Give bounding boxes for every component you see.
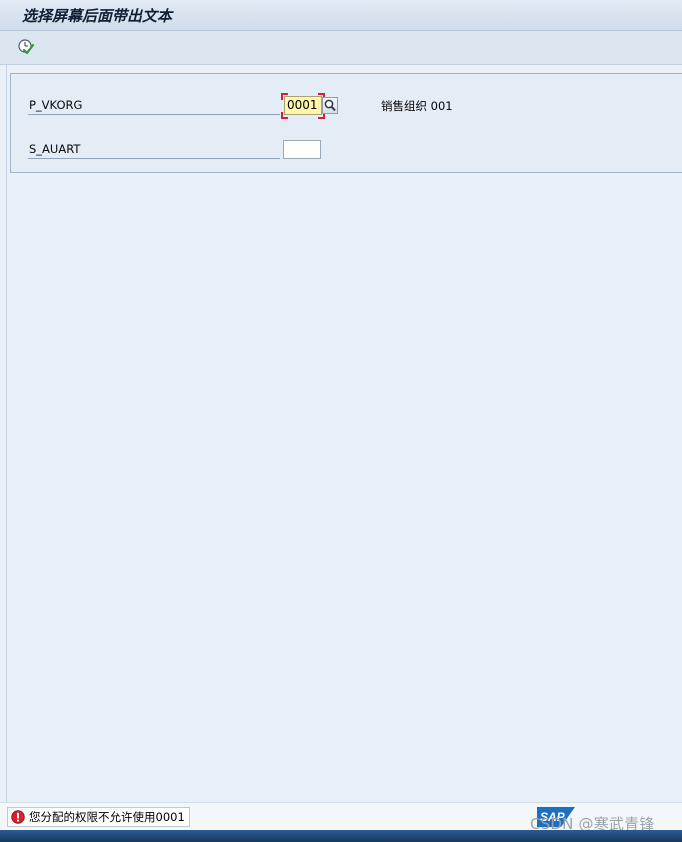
error-marker-bottom-left [281,112,288,119]
status-bar: 您分配的权限不允许使用0001 SAP CSDN @寒武青锋 [0,802,682,833]
status-message[interactable]: 您分配的权限不允许使用0001 [7,807,190,827]
application-toolbar [0,31,682,65]
left-gutter [6,65,7,802]
field-label-p-vkorg: P_VKORG [29,98,83,112]
order-type-input[interactable] [283,140,321,159]
screen-title: 选择屏幕后面带出文本 [22,7,173,25]
magnifier-icon [324,99,336,112]
sales-org-input[interactable]: 0001 [284,96,322,115]
sales-org-description: 销售组织 001 [381,99,453,113]
status-message-text: 您分配的权限不允许使用0001 [29,810,185,824]
error-exclamation-icon [11,810,25,824]
selection-frame: P_VKORG 0001 销售组织 001 S_AUART [10,73,682,173]
title-bar: 选择屏幕后面带出文本 [0,0,682,31]
execute-clock-check-icon [18,39,35,55]
field-underline [28,114,280,115]
sap-selection-screen: 选择屏幕后面带出文本 P_VKORG 0001 销售组织 001 S_AUART… [0,0,682,842]
error-marker-top-left [281,93,288,100]
window-bottom-band [0,830,682,842]
field-underline [28,158,280,159]
value-help-button[interactable] [322,97,338,114]
field-label-s-auart: S_AUART [29,142,81,156]
execute-button[interactable] [16,38,36,56]
